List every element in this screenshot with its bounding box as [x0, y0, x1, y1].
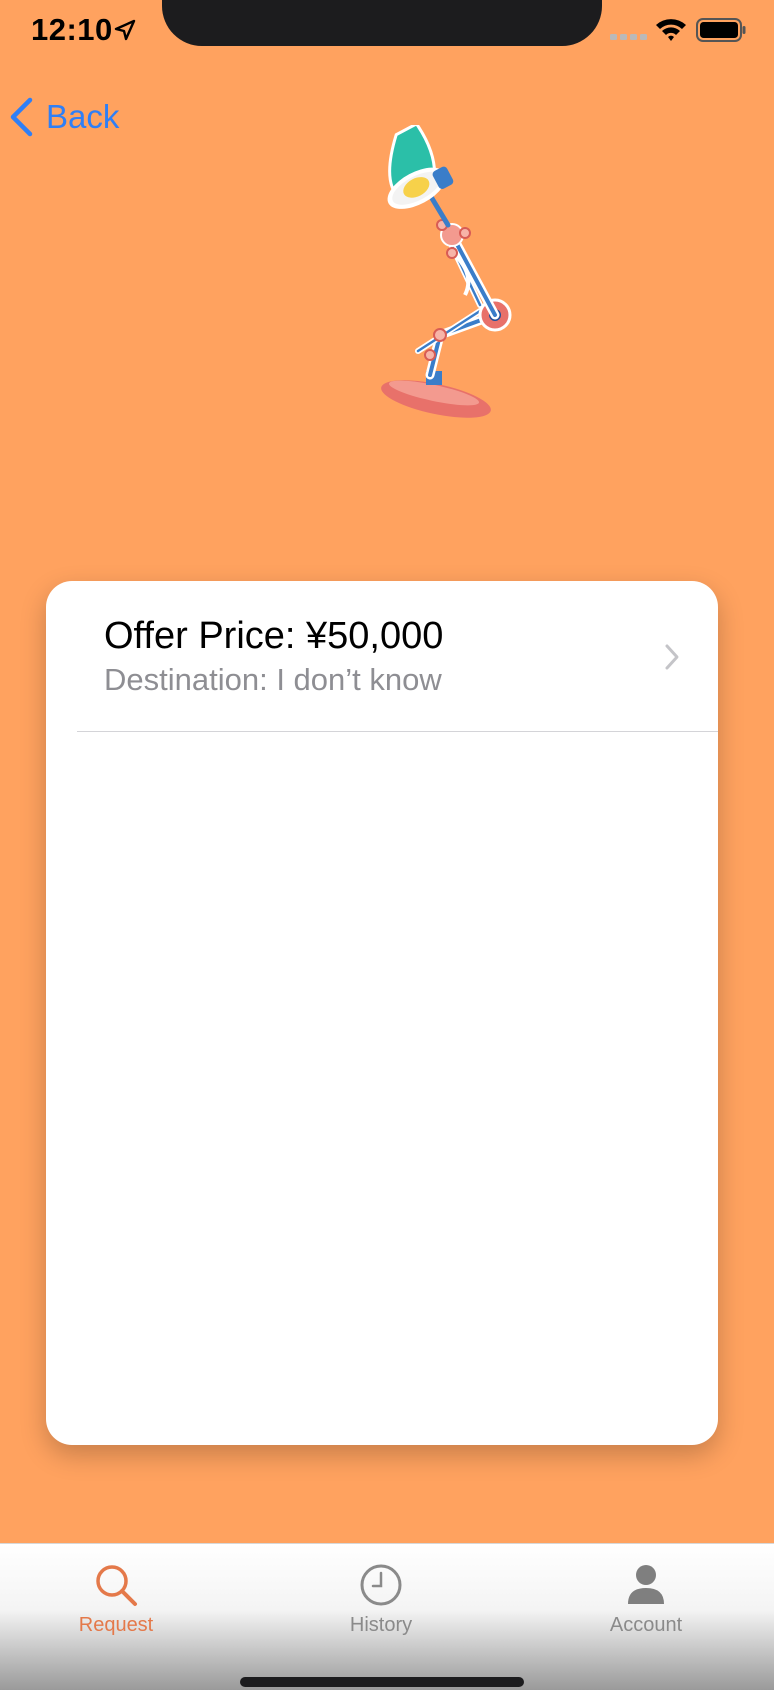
- desk-lamp-illustration: [381, 125, 512, 418]
- home-indicator: [240, 1677, 524, 1687]
- tab-account-label: Account: [609, 1614, 683, 1636]
- offer-price-title: Offer Price: ¥50,000: [104, 615, 444, 657]
- search-icon: [96, 1565, 137, 1606]
- tab-request-label: Request: [78, 1614, 154, 1636]
- status-time: 12:10: [31, 12, 113, 47]
- location-arrow-icon: [114, 19, 136, 41]
- chevron-right-icon: [665, 644, 679, 670]
- offer-card: Offer Price: ¥50,000 Destination: I don’…: [46, 581, 718, 1445]
- chevron-left-icon: [10, 97, 33, 137]
- tab-history[interactable]: History: [291, 1562, 471, 1652]
- back-label: Back: [46, 98, 120, 135]
- battery-icon: [696, 18, 746, 42]
- status-bar: 12:10: [0, 0, 774, 60]
- tab-request[interactable]: Request: [26, 1562, 206, 1652]
- row-divider: [77, 731, 718, 732]
- back-button[interactable]: Back: [8, 94, 119, 140]
- cellular-signal-icon: [610, 34, 647, 40]
- tab-history-label: History: [349, 1614, 413, 1636]
- device-notch: [162, 0, 602, 46]
- screen: 12:10 Back Offer Price: ¥50,000 Destinat…: [0, 0, 774, 1690]
- person-icon: [628, 1565, 664, 1604]
- tab-account[interactable]: Account: [556, 1562, 736, 1652]
- tab-bar: Request History Account: [0, 1543, 774, 1690]
- offer-row[interactable]: Offer Price: ¥50,000 Destination: I don’…: [46, 581, 718, 731]
- offer-destination-subtitle: Destination: I don’t know: [104, 662, 442, 697]
- clock-icon: [360, 1564, 402, 1606]
- wifi-icon: [656, 19, 686, 41]
